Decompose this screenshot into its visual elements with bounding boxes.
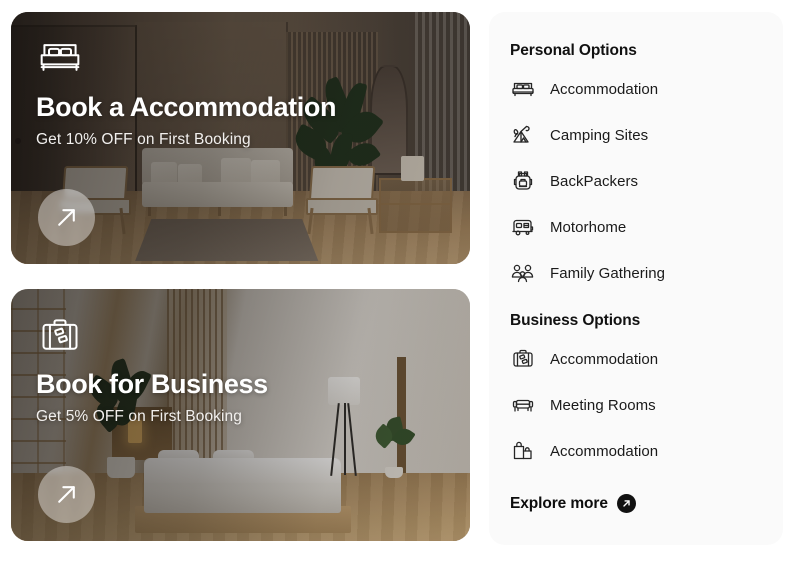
card-subtitle: Get 5% OFF on First Booking (36, 408, 242, 425)
option-label: Family Gathering (550, 264, 666, 282)
tent-icon (510, 122, 536, 148)
option-label: Accommodation (550, 442, 659, 460)
bed-icon (38, 38, 82, 78)
option-item-motorhome[interactable]: Motorhome (489, 204, 783, 250)
briefcase-icon (513, 349, 533, 367)
shopping-bags-icon (513, 441, 532, 460)
personal-options-heading: Personal Options (510, 42, 637, 59)
backpack-icon (513, 171, 533, 190)
option-label: BackPackers (550, 172, 639, 190)
card-subtitle: Get 10% OFF on First Booking (36, 131, 251, 148)
business-options-list: Accommodation Meeting Rooms Accommodatio… (489, 336, 783, 474)
suitcase-icon (38, 315, 82, 355)
promo-card-accommodation[interactable]: Book a Accommodation Get 10% OFF on Firs… (11, 12, 470, 264)
family-group-icon (511, 264, 534, 283)
explore-more-link[interactable]: Explore more (489, 494, 783, 513)
option-item-shopping-accommodation[interactable]: Accommodation (489, 428, 783, 474)
option-item-meeting-rooms[interactable]: Meeting Rooms (489, 382, 783, 428)
explore-more-label: Explore more (510, 494, 608, 512)
option-item-business-accommodation[interactable]: Accommodation (489, 336, 783, 382)
booking-promo-screen: Book a Accommodation Get 10% OFF on Firs… (0, 0, 799, 562)
card-cta-button[interactable] (38, 466, 95, 523)
card-cta-button[interactable] (38, 189, 95, 246)
arrow-up-right-icon (58, 486, 75, 503)
business-options-heading: Business Options (510, 312, 641, 329)
promo-cards-column: Book a Accommodation Get 10% OFF on Firs… (11, 12, 470, 545)
card-bullet-marker (15, 138, 21, 144)
card-title: Book for Business (36, 369, 268, 399)
personal-options-list: Accommodation Camping Sites BackPackers … (489, 66, 783, 296)
card-title: Book a Accommodation (36, 92, 337, 122)
option-label: Accommodation (550, 80, 659, 98)
armchair-icon (512, 399, 534, 412)
arrow-up-right-badge-icon (616, 494, 636, 513)
option-item-backpackers[interactable]: BackPackers (489, 158, 783, 204)
option-item-camping-sites[interactable]: Camping Sites (489, 112, 783, 158)
option-label: Motorhome (550, 218, 627, 236)
options-panel: Personal Options Accommodation Camping S… (489, 12, 783, 545)
option-item-accommodation[interactable]: Accommodation (489, 66, 783, 112)
option-label: Camping Sites (550, 126, 649, 144)
option-item-family-gathering[interactable]: Family Gathering (489, 250, 783, 296)
bed-icon (510, 76, 536, 102)
promo-card-business[interactable]: Book for Business Get 5% OFF on First Bo… (11, 289, 470, 541)
option-label: Accommodation (550, 350, 659, 368)
caravan-icon (512, 219, 534, 236)
option-label: Meeting Rooms (550, 396, 656, 414)
arrow-up-right-icon (58, 209, 75, 226)
